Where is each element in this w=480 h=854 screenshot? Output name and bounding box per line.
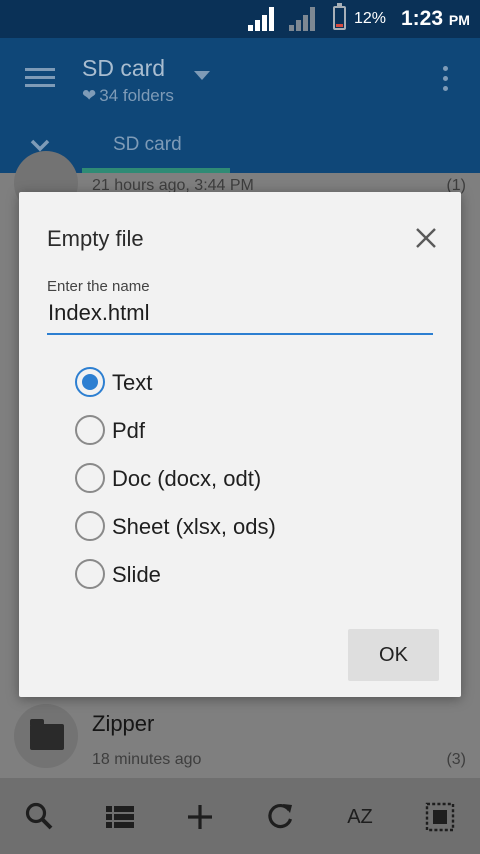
sort-az-icon[interactable]: AZ bbox=[340, 800, 380, 834]
add-icon[interactable] bbox=[183, 800, 217, 834]
list-item-name: Zipper bbox=[92, 711, 155, 736]
option-doc-label: Doc (docx, odt) bbox=[112, 466, 262, 491]
battery-percent: 12% bbox=[354, 10, 387, 27]
option-text[interactable]: Text bbox=[75, 364, 395, 400]
radio-text[interactable] bbox=[75, 367, 105, 397]
select-all-icon[interactable] bbox=[423, 800, 457, 834]
radio-sheet[interactable] bbox=[75, 511, 105, 541]
close-icon[interactable] bbox=[413, 225, 439, 251]
signal-icon-secondary bbox=[289, 7, 319, 31]
clock-ampm: PM bbox=[448, 12, 470, 28]
folder-avatar bbox=[14, 704, 78, 768]
list-item-count: (3) bbox=[446, 751, 466, 768]
search-icon[interactable] bbox=[23, 800, 57, 834]
dialog-title: Empty file bbox=[47, 226, 144, 251]
dropdown-arrow-icon[interactable] bbox=[194, 71, 210, 80]
radio-slide[interactable] bbox=[75, 559, 105, 589]
radio-pdf[interactable] bbox=[75, 415, 105, 445]
menu-icon[interactable] bbox=[25, 68, 55, 88]
folder-icon bbox=[30, 719, 64, 750]
status-bar: 12% 1:23 PM bbox=[0, 0, 480, 38]
bottom-toolbar: AZ bbox=[0, 778, 480, 854]
name-field-label: Enter the name bbox=[47, 278, 150, 295]
option-slide[interactable]: Slide bbox=[75, 556, 395, 592]
app-subtitle: ❤ 34 folders bbox=[82, 86, 174, 106]
refresh-icon[interactable] bbox=[263, 800, 297, 834]
option-slide-label: Slide bbox=[112, 562, 161, 587]
file-name-input[interactable] bbox=[47, 297, 433, 335]
empty-file-dialog: Empty file Enter the name Text Pdf Doc (… bbox=[19, 192, 461, 697]
app-title[interactable]: SD card bbox=[82, 55, 165, 82]
option-pdf-label: Pdf bbox=[112, 418, 146, 443]
heart-icon: ❤ bbox=[82, 86, 97, 105]
option-doc[interactable]: Doc (docx, odt) bbox=[75, 460, 395, 496]
option-text-label: Text bbox=[112, 370, 153, 395]
option-sheet[interactable]: Sheet (xlsx, ods) bbox=[75, 508, 395, 544]
ok-button[interactable]: OK bbox=[348, 629, 439, 681]
radio-doc[interactable] bbox=[75, 463, 105, 493]
list-item[interactable]: Zipper 18 minutes ago (3) bbox=[0, 696, 480, 778]
option-pdf[interactable]: Pdf bbox=[75, 412, 395, 448]
clock-time: 1:23 bbox=[401, 7, 444, 30]
view-list-icon[interactable] bbox=[103, 800, 137, 834]
list-item-date: 18 minutes ago bbox=[92, 751, 202, 768]
battery-icon bbox=[333, 3, 346, 30]
clock: 1:23 PM bbox=[401, 7, 470, 31]
more-vert-icon[interactable] bbox=[443, 66, 449, 92]
option-sheet-label: Sheet (xlsx, ods) bbox=[112, 514, 276, 539]
folder-count: 34 folders bbox=[99, 86, 174, 105]
signal-icon bbox=[248, 7, 278, 31]
